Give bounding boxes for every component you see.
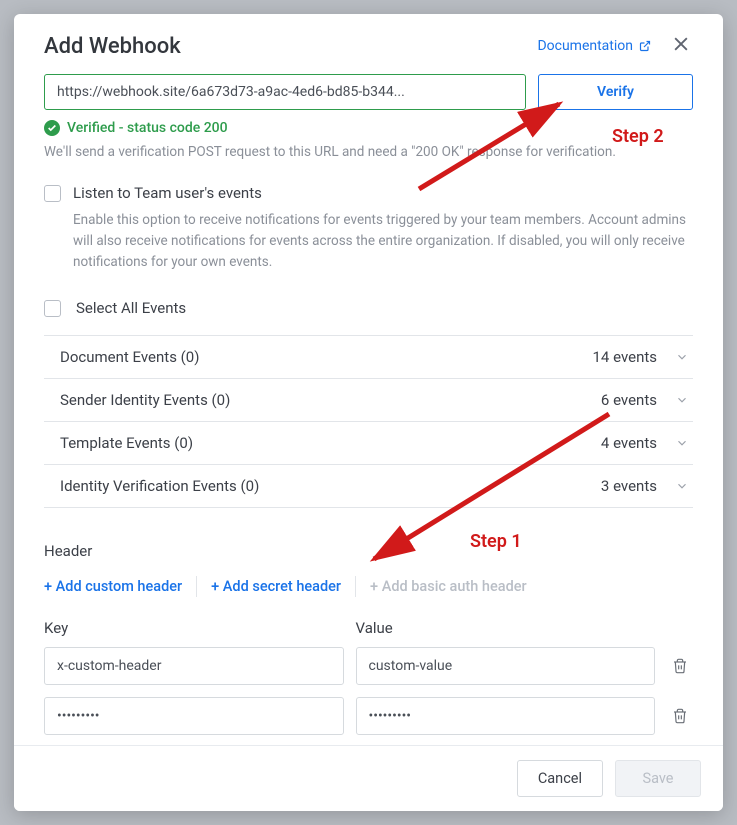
delete-header-button[interactable] [667, 708, 693, 724]
header-key-input[interactable] [44, 697, 344, 735]
event-category-row[interactable]: Sender Identity Events (0) 6 events [44, 378, 693, 421]
header-section: Header + Add custom header + Add secret … [44, 542, 693, 735]
chevron-down-icon [675, 393, 689, 407]
url-row: Verify [44, 74, 693, 110]
event-category-row[interactable]: Template Events (0) 4 events [44, 421, 693, 464]
header-row [44, 697, 693, 735]
modal-body: Add Webhook Documentation Verify [14, 14, 723, 745]
add-secret-header-button[interactable]: + Add secret header [197, 576, 356, 597]
verified-text: Verified - status code 200 [67, 120, 228, 136]
chevron-down-icon [675, 479, 689, 493]
close-icon [671, 34, 691, 54]
event-categories: Document Events (0) 14 events Sender Ide… [44, 335, 693, 508]
modal-title: Add Webhook [44, 34, 181, 59]
verified-status: Verified - status code 200 [44, 120, 693, 136]
header-row [44, 647, 693, 685]
event-category-name: Identity Verification Events (0) [60, 477, 259, 495]
event-category-count: 3 events [601, 477, 657, 495]
add-custom-header-button[interactable]: + Add custom header [44, 576, 197, 597]
close-button[interactable] [669, 32, 693, 60]
team-events-label: Listen to Team user's events [73, 184, 262, 202]
team-events-desc: Enable this option to receive notificati… [73, 210, 693, 273]
documentation-label: Documentation [537, 38, 633, 54]
modal-scroll[interactable]: Add Webhook Documentation Verify [14, 14, 723, 745]
key-column-label: Key [44, 619, 344, 637]
team-events-row: Listen to Team user's events [44, 184, 693, 202]
modal-footer: Cancel Save [14, 745, 723, 811]
event-category-name: Template Events (0) [60, 434, 193, 452]
value-column-label: Value [356, 619, 656, 637]
event-category-row[interactable]: Identity Verification Events (0) 3 event… [44, 464, 693, 508]
event-category-row[interactable]: Document Events (0) 14 events [44, 335, 693, 378]
delete-header-button[interactable] [667, 658, 693, 674]
cancel-button[interactable]: Cancel [517, 760, 603, 797]
kv-header: Key Value [44, 619, 693, 637]
header-section-label: Header [44, 542, 693, 560]
header-key-input[interactable] [44, 647, 344, 685]
team-events-checkbox[interactable] [44, 185, 61, 202]
add-webhook-modal: Add Webhook Documentation Verify [14, 14, 723, 811]
title-actions: Documentation [537, 32, 693, 60]
event-category-count: 6 events [601, 391, 657, 409]
select-all-checkbox[interactable] [44, 300, 61, 317]
header-value-input[interactable] [356, 697, 656, 735]
chevron-down-icon [675, 350, 689, 364]
chevron-down-icon [675, 436, 689, 450]
select-all-row: Select All Events [44, 299, 693, 317]
event-category-count: 4 events [601, 434, 657, 452]
event-category-name: Sender Identity Events (0) [60, 391, 230, 409]
event-category-name: Document Events (0) [60, 348, 199, 366]
save-button: Save [615, 760, 701, 797]
header-buttons: + Add custom header + Add secret header … [44, 576, 693, 597]
title-row: Add Webhook Documentation [44, 32, 693, 60]
webhook-url-input[interactable] [44, 74, 526, 110]
trash-icon [672, 658, 688, 674]
verify-help-text: We'll send a verification POST request t… [44, 142, 693, 162]
add-basic-auth-header-button: + Add basic auth header [356, 576, 541, 597]
check-circle-icon [44, 120, 60, 136]
header-value-input[interactable] [356, 647, 656, 685]
trash-icon [672, 708, 688, 724]
documentation-link[interactable]: Documentation [537, 38, 651, 54]
verify-button[interactable]: Verify [538, 74, 693, 110]
external-link-icon [639, 40, 651, 52]
event-category-count: 14 events [593, 348, 658, 366]
select-all-label: Select All Events [76, 299, 186, 317]
